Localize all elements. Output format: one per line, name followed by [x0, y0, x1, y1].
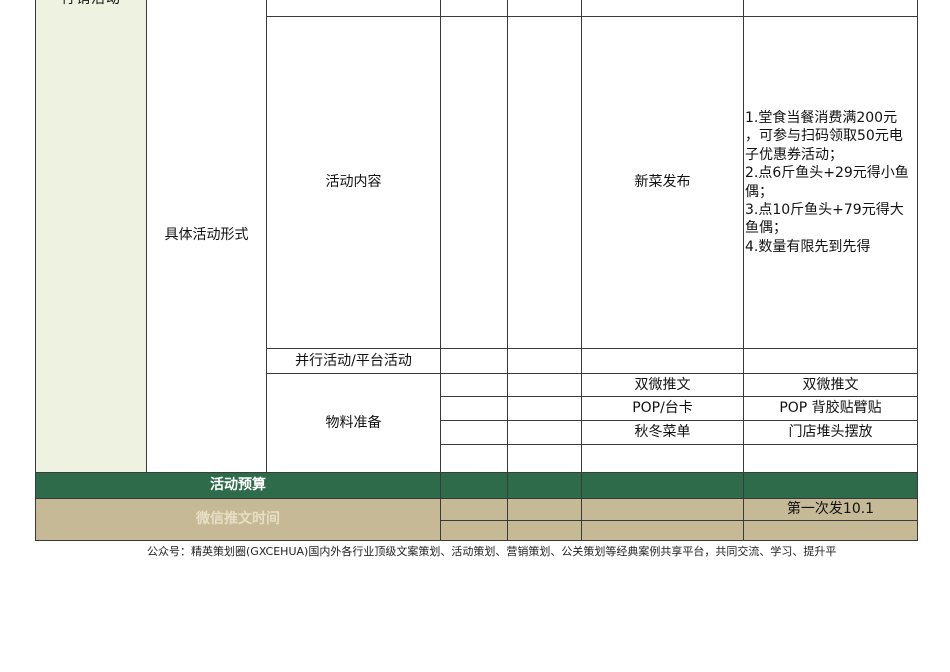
materials-row-3-detail: 门店堆头摆放: [788, 424, 873, 441]
parallel-cell-e[interactable]: [507, 348, 582, 374]
wechat-row-1-e[interactable]: [507, 498, 582, 521]
spreadsheet: 行销活动 具体活动形式 活动内容 新菜发布 1.堂食当餐消费满200元 ，可参与…: [0, 0, 950, 672]
top-row-cell-d[interactable]: [440, 0, 508, 17]
wechat-row-2-g[interactable]: [743, 520, 918, 541]
budget-cell-f[interactable]: [581, 472, 744, 499]
materials-row-2-item-cell[interactable]: POP/台卡: [581, 396, 744, 421]
wechat-row-1-f[interactable]: [581, 498, 744, 521]
wechat-time-label-cell[interactable]: 微信推文时间: [35, 498, 441, 541]
materials-row-3-item: 秋冬菜单: [634, 424, 691, 441]
materials-row-1-item-cell[interactable]: 双微推文: [581, 373, 744, 397]
top-row-cell-e[interactable]: [507, 0, 582, 17]
section-label: 行销活动: [61, 0, 121, 8]
materials-row-4-e[interactable]: [507, 444, 582, 473]
materials-row-1-d[interactable]: [440, 373, 508, 397]
budget-cell-e[interactable]: [507, 472, 582, 499]
materials-row-3-item-cell[interactable]: 秋冬菜单: [581, 420, 744, 445]
top-row-cell-g[interactable]: [743, 0, 918, 17]
materials-row-3-detail-cell[interactable]: 门店堆头摆放: [743, 420, 918, 445]
wechat-row-2-d[interactable]: [440, 520, 508, 541]
materials-row-1-detail-cell[interactable]: 双微推文: [743, 373, 918, 397]
budget-cell-d[interactable]: [440, 472, 508, 499]
materials-row-4-f[interactable]: [581, 444, 744, 473]
new-dish-launch: 新菜发布: [634, 174, 691, 191]
materials-label: 物料准备: [325, 414, 382, 431]
parallel-cell-f[interactable]: [581, 348, 744, 374]
section-label-cell[interactable]: 行销活动: [35, 0, 147, 473]
budget-label-cell[interactable]: 活动预算: [35, 472, 441, 499]
materials-row-3-e[interactable]: [507, 420, 582, 445]
top-row-cell-c[interactable]: [266, 0, 441, 17]
budget-cell-g[interactable]: [743, 472, 918, 499]
materials-row-1-item: 双微推文: [634, 376, 691, 393]
budget-label: 活动预算: [210, 477, 266, 494]
wechat-row-1-d[interactable]: [440, 498, 508, 521]
parallel-cell-g[interactable]: [743, 348, 918, 374]
materials-row-2-detail-cell[interactable]: POP 背胶贴臂贴: [743, 396, 918, 421]
activity-form-cell[interactable]: 具体活动形式: [146, 0, 267, 473]
materials-row-4-g[interactable]: [743, 444, 918, 473]
footer-note: 公众号：精英策划圈(GXCEHUA)国内外各行业顶级文案策划、活动策划、营销策划…: [147, 545, 837, 558]
wechat-time-value: 第一次发10.1: [786, 501, 875, 518]
materials-row-3-d[interactable]: [440, 420, 508, 445]
parallel-activity-label: 并行活动/平台活动: [295, 352, 412, 369]
materials-label-cell[interactable]: 物料准备: [266, 373, 441, 473]
materials-row-1-e[interactable]: [507, 373, 582, 397]
wechat-row-2-e[interactable]: [507, 520, 582, 541]
parallel-activity-label-cell[interactable]: 并行活动/平台活动: [266, 348, 441, 374]
top-row-cell-f[interactable]: [581, 0, 744, 17]
activity-detail: 1.堂食当餐消费满200元 ，可参与扫码领取50元电 子优惠券活动； 2.点6斤…: [745, 109, 909, 255]
materials-row-2-d[interactable]: [440, 396, 508, 421]
materials-row-1-detail: 双微推文: [802, 376, 859, 393]
wechat-time-value-cell[interactable]: 第一次发10.1: [743, 498, 918, 521]
materials-row-2-item: POP/台卡: [632, 400, 693, 417]
activity-content-cell-e[interactable]: [507, 16, 582, 349]
activity-detail-cell[interactable]: 1.堂食当餐消费满200元 ，可参与扫码领取50元电 子优惠券活动； 2.点6斤…: [743, 16, 918, 349]
materials-row-2-e[interactable]: [507, 396, 582, 421]
materials-row-4-d[interactable]: [440, 444, 508, 473]
activity-content-label: 活动内容: [325, 174, 382, 191]
activity-content-label-cell[interactable]: 活动内容: [266, 16, 441, 349]
new-dish-launch-cell[interactable]: 新菜发布: [581, 16, 744, 349]
parallel-cell-d[interactable]: [440, 348, 508, 374]
activity-content-cell-d[interactable]: [440, 16, 508, 349]
materials-row-2-detail: POP 背胶贴臂贴: [779, 400, 882, 417]
activity-form-label: 具体活动形式: [164, 227, 249, 244]
wechat-time-label: 微信推文时间: [196, 511, 280, 528]
wechat-row-2-f[interactable]: [581, 520, 744, 541]
